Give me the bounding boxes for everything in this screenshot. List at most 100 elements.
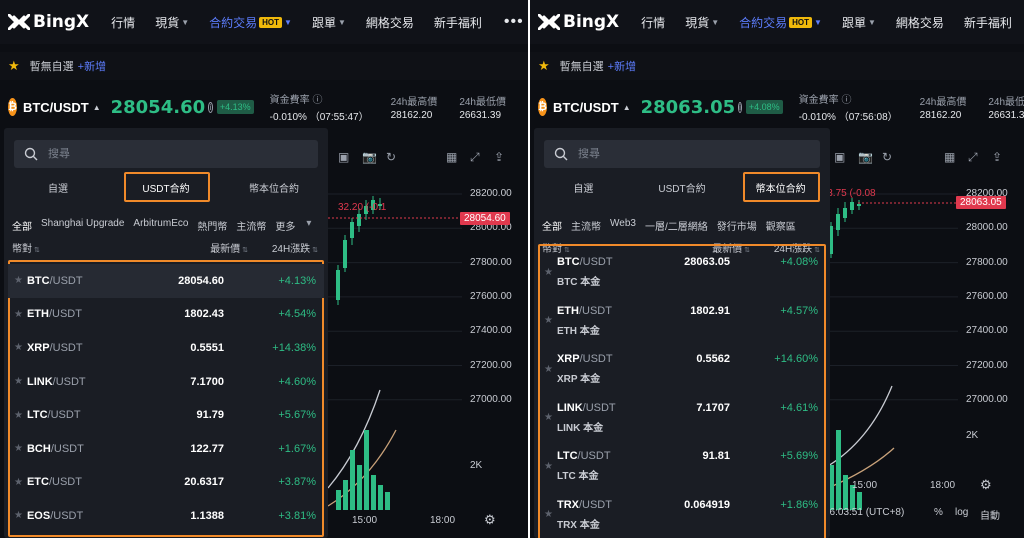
favorite-star-icon[interactable]: ★ — [14, 275, 23, 286]
volume-bar — [364, 430, 369, 510]
category-5[interactable]: 觀察區 — [766, 218, 796, 233]
list-item[interactable]: ★ LINK/USDT LINK 本金 7.1707 +4.61% — [538, 394, 826, 443]
nav-item-2[interactable]: 合約交易 HOT ▼ — [209, 14, 292, 31]
favorite-star-icon[interactable]: ★ — [14, 342, 23, 353]
favorite-star-icon[interactable]: ★ — [14, 309, 23, 320]
caret-up-icon[interactable]: ▲ — [623, 103, 631, 112]
indicator-icon[interactable]: ▣ — [338, 150, 349, 164]
auto-scale-toggle[interactable]: 自動 — [980, 507, 1000, 522]
info-icon[interactable]: i — [738, 101, 742, 113]
refresh-icon[interactable]: ↻ — [386, 150, 396, 164]
camera-icon[interactable]: 📷 — [362, 150, 377, 164]
favorite-star-icon[interactable]: ★ — [14, 510, 23, 521]
favorite-star-icon[interactable]: ★ — [14, 477, 23, 488]
chart-settings-icon[interactable]: ⚙ — [484, 512, 496, 528]
category-3[interactable]: 熱門幣 — [197, 218, 227, 233]
favorite-star-icon[interactable]: ★ — [14, 443, 23, 454]
list-item[interactable]: ★ ETC/USDT 20.6317 +3.87% — [8, 466, 324, 500]
nav-item-2[interactable]: 合約交易 HOT ▼ — [739, 14, 822, 31]
category-1[interactable]: 主流幣 — [571, 218, 601, 233]
favorite-star-icon[interactable]: ★ — [14, 376, 23, 387]
list-item[interactable]: ★ LTC/USDT 91.79 +5.67% — [8, 398, 324, 432]
list-item[interactable]: ★ EOS/USDT 1.1388 +3.81% — [8, 499, 324, 533]
list-item[interactable]: ★ ETH/USDT ETH 本金 1802.91 +4.57% — [538, 297, 826, 346]
category-1[interactable]: Shanghai Upgrade — [41, 218, 124, 233]
search-input[interactable] — [578, 148, 778, 160]
camera-icon[interactable]: 📷 — [858, 150, 873, 164]
share-icon[interactable]: ⇪ — [992, 150, 1002, 164]
list-item[interactable]: ★ LTC/USDT LTC 本金 91.81 +5.69% — [538, 442, 826, 491]
category-2[interactable]: Web3 — [610, 218, 636, 233]
category-0[interactable]: 全部 — [12, 218, 32, 233]
fullscreen-icon[interactable]: ⤢ — [968, 150, 978, 165]
column-change[interactable]: 24H漲跌 ⇅ — [248, 240, 318, 255]
layout-icon[interactable]: ▦ — [944, 150, 955, 164]
tab-0[interactable]: 自選 — [534, 174, 633, 200]
nav-item-1[interactable]: 現貨 ▼ — [685, 14, 719, 31]
category-4[interactable]: 發行市場 — [717, 218, 757, 233]
favorite-star-icon[interactable]: ★ — [14, 410, 23, 421]
tab-0[interactable]: 自選 — [4, 174, 112, 200]
search-input[interactable] — [48, 148, 248, 160]
pair-price: 122.77 — [190, 442, 224, 455]
nav-item-4[interactable]: 網格交易 — [896, 14, 944, 31]
favorite-star-icon[interactable]: ★ — [544, 509, 553, 520]
log-scale-toggle[interactable]: log — [955, 507, 968, 518]
indicator-icon[interactable]: ▣ — [834, 150, 845, 164]
pair-name: LINK/USDT — [27, 376, 114, 388]
favorite-star-icon[interactable]: ★ — [544, 461, 553, 472]
bingx-logo[interactable]: BingX — [538, 12, 619, 32]
favorite-star-icon[interactable]: ★ — [544, 364, 553, 375]
layout-icon[interactable]: ▦ — [446, 150, 457, 164]
pair-name: ETH/USDT ETH 本金 — [557, 305, 642, 337]
nav-item-4[interactable]: 網格交易 — [366, 14, 414, 31]
list-item[interactable]: ★ BCH/USDT 122.77 +1.67% — [8, 432, 324, 466]
favorite-star-icon[interactable]: ★ — [544, 267, 553, 278]
tab-2[interactable]: 幣本位合約 — [220, 174, 328, 200]
column-pair[interactable]: 幣對 ⇅ — [12, 240, 138, 255]
pair-price: 1.1388 — [190, 509, 224, 522]
favorite-star-icon[interactable]: ★ — [544, 315, 553, 326]
more-menu-icon[interactable]: ••• — [504, 13, 524, 31]
category-0[interactable]: 全部 — [542, 218, 562, 233]
category-2[interactable]: ArbitrumEco — [133, 218, 188, 233]
caret-down-icon[interactable]: ▾ — [306, 218, 311, 233]
volume-bar — [357, 465, 362, 510]
nav-item-5[interactable]: 新手福利 — [964, 14, 1012, 31]
nav-item-3[interactable]: 跟單 ▼ — [312, 14, 346, 31]
list-item[interactable]: ★ TRX/USDT TRX 本金 0.064919 +1.86% — [538, 491, 826, 538]
search-box[interactable] — [544, 140, 820, 168]
category-5[interactable]: 更多 — [275, 218, 295, 233]
bingx-logo[interactable]: BingX — [8, 12, 89, 32]
list-item[interactable]: ★ XRP/USDT 0.5551 +14.38% — [8, 331, 324, 365]
pair-selector[interactable]: BTC/USDT — [23, 100, 89, 115]
nav-item-0[interactable]: 行情 — [641, 14, 665, 31]
column-price[interactable]: 最新價 ⇅ — [138, 240, 248, 255]
add-favorite-link[interactable]: +新增 — [78, 58, 106, 74]
chart-settings-icon[interactable]: ⚙ — [980, 477, 992, 493]
category-3[interactable]: 一層/二層網絡 — [645, 218, 708, 233]
list-item[interactable]: ★ BTC/USDT 28054.60 +4.13% — [8, 264, 324, 298]
tab-1[interactable]: USDT合約 — [633, 174, 732, 200]
list-item[interactable]: ★ ETH/USDT 1802.43 +4.54% — [8, 298, 324, 332]
category-4[interactable]: 主流幣 — [236, 218, 266, 233]
list-item[interactable]: ★ LINK/USDT 7.1700 +4.60% — [8, 365, 324, 399]
pair-name: XRP/USDT XRP 本金 — [557, 353, 642, 385]
favorite-star-icon[interactable]: ★ — [544, 412, 553, 423]
add-favorite-link[interactable]: +新增 — [608, 58, 636, 74]
list-item[interactable]: ★ BTC/USDT BTC 本金 28063.05 +4.08% — [538, 248, 826, 297]
fullscreen-icon[interactable]: ⤢ — [470, 150, 480, 165]
info-icon[interactable]: i — [208, 101, 213, 113]
pair-selector[interactable]: BTC/USDT — [553, 100, 619, 115]
nav-item-0[interactable]: 行情 — [111, 14, 135, 31]
nav-item-3[interactable]: 跟單 ▼ — [842, 14, 876, 31]
pair-price: 7.1700 — [190, 375, 224, 388]
list-item[interactable]: ★ XRP/USDT XRP 本金 0.5562 +14.60% — [538, 345, 826, 394]
search-box[interactable] — [14, 140, 318, 168]
refresh-icon[interactable]: ↻ — [882, 150, 892, 164]
nav-item-5[interactable]: 新手福利 — [434, 14, 482, 31]
nav-item-1[interactable]: 現貨 ▼ — [155, 14, 189, 31]
share-icon[interactable]: ⇪ — [494, 150, 504, 164]
caret-up-icon[interactable]: ▲ — [93, 103, 101, 112]
percent-scale-toggle[interactable]: % — [934, 507, 943, 518]
